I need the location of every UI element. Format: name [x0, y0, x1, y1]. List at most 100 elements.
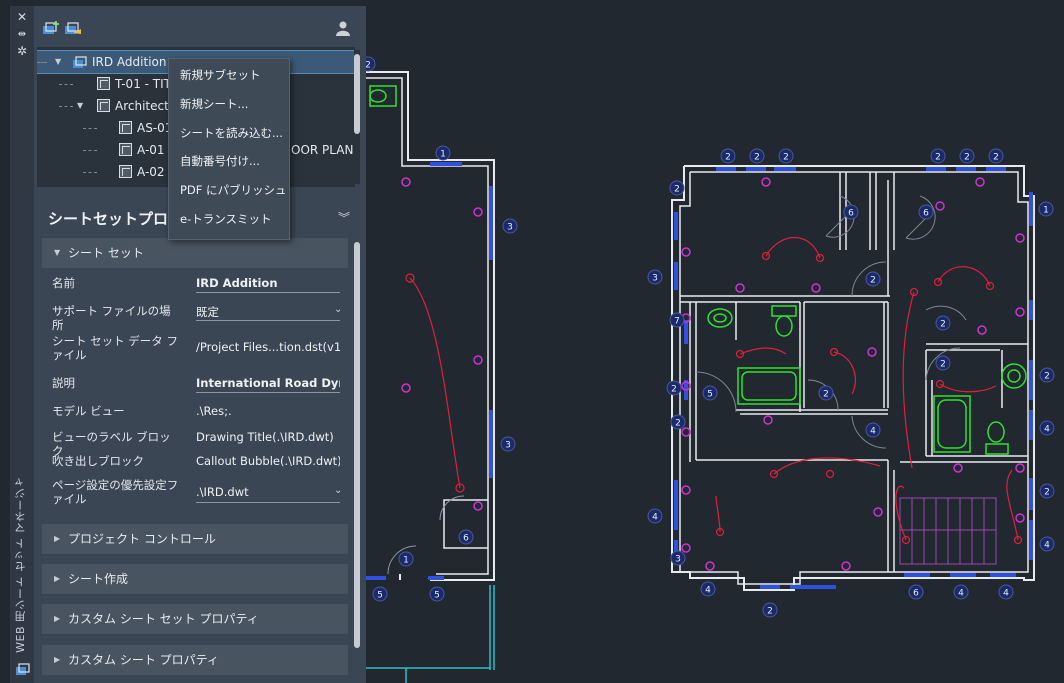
- svg-text:4: 4: [652, 513, 658, 523]
- tag-bubble: 2: [935, 355, 951, 371]
- svg-text:6: 6: [913, 589, 919, 599]
- tag-bubble: 3: [500, 436, 516, 452]
- tag-bubble: 2: [935, 315, 951, 331]
- tag-bubble: 2: [670, 414, 686, 430]
- tag-bubble: 1: [435, 145, 451, 161]
- svg-text:7: 7: [674, 317, 680, 327]
- svg-text:2: 2: [964, 153, 970, 163]
- section-custom-sheet-props[interactable]: ▶ カスタム シート プロパティ: [42, 645, 348, 675]
- open-sheet-set-icon[interactable]: [64, 20, 82, 36]
- tag-bubble: 3: [647, 269, 663, 285]
- sheet-icon: [119, 121, 132, 134]
- tree-scrollbar[interactable]: [354, 50, 360, 184]
- svg-text:2: 2: [725, 153, 731, 163]
- tag-bubble: 6: [908, 584, 924, 600]
- new-sheet-set-icon[interactable]: [42, 20, 60, 36]
- svg-text:1: 1: [403, 556, 409, 566]
- svg-text:4: 4: [1044, 425, 1050, 435]
- chevron-down-icon[interactable]: ⌄: [334, 485, 342, 496]
- menu-item-new-subset[interactable]: 新規サブセット: [169, 61, 289, 89]
- svg-text:4: 4: [1044, 541, 1050, 551]
- tag-bubble: 7: [669, 312, 685, 328]
- tag-bubble: 2: [1039, 367, 1055, 383]
- user-icon[interactable]: [334, 20, 352, 36]
- context-menu: 新規サブセット 新規シート... シートを読み込む... 自動番号付け... P…: [168, 58, 290, 240]
- tag-bubble: 4: [1039, 536, 1055, 552]
- collapse-icon[interactable]: ︾: [338, 209, 350, 226]
- sheet-set-logo-icon: [16, 663, 30, 675]
- svg-text:2: 2: [940, 320, 946, 330]
- properties-scrollbar[interactable]: [354, 238, 360, 678]
- tag-bubble: 2: [749, 148, 765, 164]
- tag-bubble: 1: [1038, 201, 1054, 217]
- svg-text:2: 2: [754, 153, 760, 163]
- tag-bubble: 3: [502, 218, 518, 234]
- svg-text:2: 2: [1044, 488, 1050, 498]
- section-custom-sheet-set-props[interactable]: ▶ カスタム シート セット プロパティ: [42, 604, 348, 634]
- svg-text:6: 6: [848, 209, 854, 219]
- section-sheet-creation[interactable]: ▶ シート作成: [42, 564, 348, 594]
- svg-text:6: 6: [463, 534, 469, 544]
- svg-text:1: 1: [440, 150, 446, 160]
- svg-text:2: 2: [767, 607, 773, 617]
- svg-text:2: 2: [993, 153, 999, 163]
- tag-bubble: 3: [670, 550, 686, 566]
- svg-text:5: 5: [707, 390, 713, 400]
- svg-text:6: 6: [923, 209, 929, 219]
- tag-bubble: 2: [865, 271, 881, 287]
- tag-bubble: 4: [998, 584, 1014, 600]
- tag-bubbles: 2133615 52 2 2 2 2 22136 622222 572244324426 4 44: [360, 56, 1055, 618]
- svg-text:2: 2: [935, 153, 941, 163]
- autohide-icon[interactable]: ⇹: [14, 28, 30, 42]
- svg-text:2: 2: [870, 276, 876, 286]
- palette-title: WEB 用シート セット マネージャ: [14, 476, 27, 653]
- menu-item-publish-pdf[interactable]: PDF にパブリッシュ: [169, 176, 289, 204]
- menu-item-etransmit[interactable]: e-トランスミット: [169, 205, 289, 233]
- subset-icon: [97, 99, 110, 112]
- tag-bubble: 5: [372, 586, 388, 602]
- svg-text:5: 5: [434, 591, 440, 601]
- svg-text:4: 4: [870, 427, 876, 437]
- svg-text:3: 3: [652, 274, 658, 284]
- tag-bubble: 5: [702, 385, 718, 401]
- tag-bubble: 2: [988, 148, 1004, 164]
- svg-text:4: 4: [705, 586, 711, 596]
- tag-bubble: 1: [398, 551, 414, 567]
- tag-bubble: 2: [818, 385, 834, 401]
- svg-text:2: 2: [823, 390, 829, 400]
- section-sheet-set[interactable]: ▼ シート セット: [42, 238, 348, 268]
- properties-icon[interactable]: ✲: [14, 44, 30, 58]
- svg-text:5: 5: [377, 591, 383, 601]
- tag-bubble: 2: [930, 148, 946, 164]
- tag-bubble: 6: [458, 529, 474, 545]
- svg-text:2: 2: [783, 153, 789, 163]
- svg-text:3: 3: [507, 223, 513, 233]
- panel-toolbar: [34, 6, 366, 46]
- tag-bubble: 5: [429, 586, 445, 602]
- menu-item-auto-number[interactable]: 自動番号付け...: [169, 147, 289, 175]
- section-project-control[interactable]: ▶ プロジェクト コントロール: [42, 524, 348, 554]
- properties-title: シートセットプロパ: [48, 210, 184, 228]
- tag-bubble: 4: [647, 508, 663, 524]
- tag-bubble: 2: [959, 148, 975, 164]
- sheet-icon: [97, 77, 110, 90]
- svg-text:2: 2: [940, 360, 946, 370]
- svg-text:2: 2: [674, 185, 680, 195]
- svg-text:3: 3: [505, 441, 511, 451]
- menu-item-new-sheet[interactable]: 新規シート...: [169, 90, 289, 118]
- tag-bubble: 2: [762, 602, 778, 618]
- tag-bubble: 4: [953, 584, 969, 600]
- svg-text:2: 2: [1044, 372, 1050, 382]
- tag-bubble: 2: [1039, 483, 1055, 499]
- close-icon[interactable]: ✕: [14, 10, 30, 24]
- tag-bubble: 2: [778, 148, 794, 164]
- tag-bubble: 2: [720, 148, 736, 164]
- tag-bubble: 4: [865, 422, 881, 438]
- svg-text:2: 2: [675, 419, 681, 429]
- tag-bubble: 4: [700, 581, 716, 597]
- palette-title-strip: ✕ ⇹ ✲ WEB 用シート セット マネージャ: [10, 6, 35, 683]
- sheet-icon: [119, 165, 132, 178]
- svg-text:4: 4: [958, 589, 964, 599]
- chevron-down-icon[interactable]: ⌄: [334, 304, 342, 315]
- menu-item-import-sheet[interactable]: シートを読み込む...: [169, 119, 289, 147]
